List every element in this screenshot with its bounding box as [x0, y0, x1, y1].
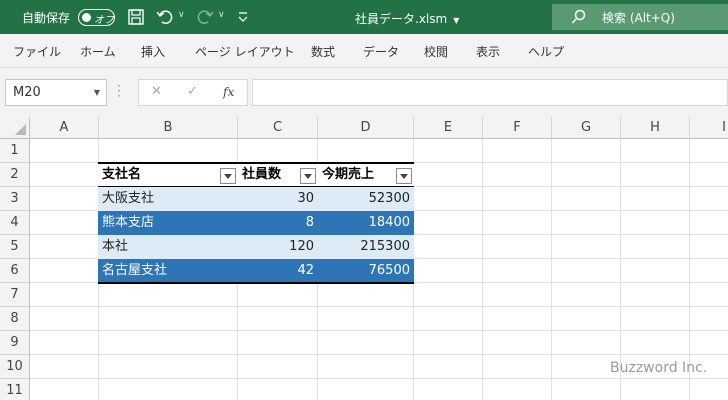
name-box-value: M20 [13, 85, 41, 100]
cancel-icon[interactable]: ✕ [151, 84, 162, 99]
filter-dropdown-icon[interactable] [396, 168, 412, 184]
row-header-4[interactable]: 4 [0, 211, 30, 235]
file-name-text: 社員データ.xlsm [355, 12, 448, 26]
gridline [482, 139, 483, 400]
file-name-caret-icon: ▼ [453, 16, 460, 25]
table-cell[interactable]: 18400 [318, 211, 414, 235]
select-all-button[interactable] [0, 117, 30, 139]
tab-data[interactable]: データ [363, 43, 399, 60]
filter-dropdown-icon[interactable] [300, 168, 316, 184]
search-box[interactable]: 検索 (Alt+Q) [552, 4, 728, 30]
tab-file[interactable]: ファイル [13, 43, 61, 60]
tab-page-layout[interactable]: ページ レイアウト [195, 43, 295, 60]
toggle-knob [82, 12, 91, 22]
gridline [30, 330, 728, 331]
ribbon-tabs: ファイル ホーム 挿入 ページ レイアウト 数式 データ 校閲 表示 ヘルプ [0, 34, 728, 68]
table-border [98, 162, 414, 164]
undo-icon[interactable] [156, 8, 174, 26]
table-border [98, 282, 414, 284]
table-cell[interactable]: 76500 [318, 259, 414, 283]
gridline [30, 306, 728, 307]
select-all-icon [15, 124, 26, 135]
redo-dropdown-icon[interactable]: ∨ [218, 10, 225, 20]
customize-qat-icon[interactable] [236, 8, 254, 26]
table-cell[interactable]: 熊本支店 [98, 211, 238, 235]
table-cell[interactable]: 名古屋支社 [98, 259, 238, 283]
name-box[interactable]: M20 ▼ [5, 79, 107, 106]
table-cell[interactable]: 52300 [318, 187, 414, 211]
table-cell[interactable]: 本社 [98, 235, 238, 259]
tab-help[interactable]: ヘルプ [528, 43, 564, 60]
row-header-5[interactable]: 5 [0, 235, 30, 259]
column-header-c[interactable]: C [238, 117, 318, 139]
tab-home[interactable]: ホーム [80, 43, 116, 60]
gridline [30, 354, 728, 355]
formula-input[interactable] [252, 79, 728, 106]
toggle-text: オフ [94, 15, 114, 26]
filter-dropdown-icon[interactable] [220, 168, 236, 184]
table-cell[interactable]: 42 [238, 259, 318, 283]
gridline [30, 378, 728, 379]
row-header-2[interactable]: 2 [0, 163, 30, 187]
table-cell[interactable]: 120 [238, 235, 318, 259]
formula-bar-area: M20 ▼ · · · ✕ ✓ fx [0, 68, 728, 117]
autosave-label: 自動保存 [22, 11, 71, 25]
undo-dropdown-icon[interactable]: ∨ [178, 10, 185, 20]
table-border [98, 186, 414, 187]
file-name[interactable]: 社員データ.xlsm ▼ [355, 10, 459, 27]
column-header-g[interactable]: G [552, 117, 621, 139]
row-header-10[interactable]: 10 [0, 355, 30, 379]
row-header-11[interactable]: 11 [0, 379, 30, 400]
watermark: Buzzword Inc. [610, 360, 708, 376]
enter-icon[interactable]: ✓ [187, 84, 198, 99]
gridline [551, 139, 552, 400]
column-header-a[interactable]: A [30, 117, 99, 139]
row-header-9[interactable]: 9 [0, 331, 30, 355]
table-cell[interactable]: 30 [238, 187, 318, 211]
formula-buttons: ✕ ✓ fx [138, 79, 248, 106]
save-icon[interactable] [127, 8, 145, 26]
resize-handle-icon[interactable]: · · · [117, 80, 121, 102]
column-header-b[interactable]: B [99, 117, 238, 139]
tab-view[interactable]: 表示 [476, 43, 500, 60]
name-box-dropdown-icon[interactable]: ▼ [94, 88, 100, 97]
search-icon [571, 9, 586, 24]
row-header-6[interactable]: 6 [0, 259, 30, 283]
title-bar: 自動保存 オフ ∨ ∨ 社員データ.xlsm ▼ 検索 (Alt+Q) [0, 0, 728, 34]
tab-insert[interactable]: 挿入 [141, 43, 165, 60]
table-cell[interactable]: 大阪支社 [98, 187, 238, 211]
column-header-i[interactable]: I [690, 117, 728, 139]
row-header-7[interactable]: 7 [0, 283, 30, 307]
table-cell[interactable]: 215300 [318, 235, 414, 259]
table-header-cell[interactable]: 支社名 [98, 163, 238, 187]
search-placeholder: 検索 (Alt+Q) [602, 11, 675, 25]
table-cell[interactable]: 8 [238, 211, 318, 235]
column-header-e[interactable]: E [414, 117, 483, 139]
column-header-h[interactable]: H [621, 117, 690, 139]
column-header-d[interactable]: D [318, 117, 414, 139]
autosave-toggle[interactable]: オフ [78, 9, 115, 26]
tab-formulas[interactable]: 数式 [311, 43, 335, 60]
tab-review[interactable]: 校閲 [424, 43, 448, 60]
row-header-3[interactable]: 3 [0, 187, 30, 211]
redo-icon[interactable] [196, 8, 214, 26]
row-header-8[interactable]: 8 [0, 307, 30, 331]
row-header-1[interactable]: 1 [0, 139, 30, 163]
column-header-f[interactable]: F [483, 117, 552, 139]
insert-function-icon[interactable]: fx [223, 85, 234, 99]
